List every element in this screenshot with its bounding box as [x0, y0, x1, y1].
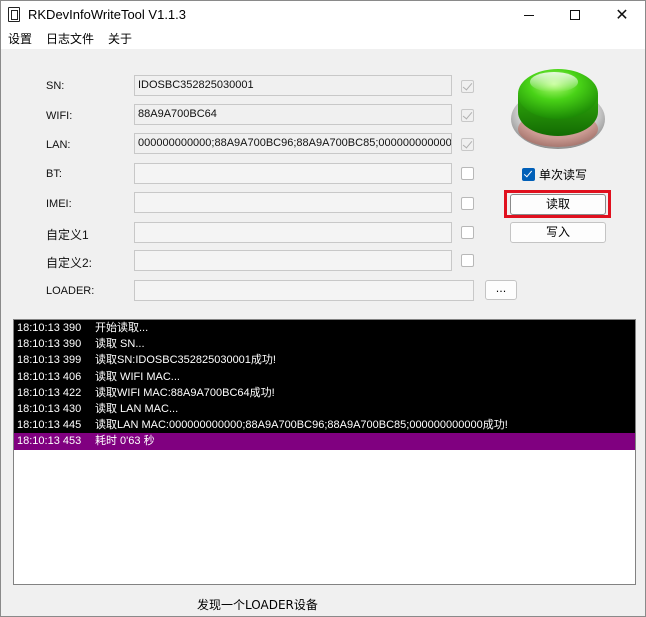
custom1-checkbox[interactable] — [461, 226, 474, 239]
read-button[interactable]: 读取 — [510, 194, 606, 215]
write-button[interactable]: 写入 — [510, 222, 606, 243]
single-rw-checkbox[interactable]: 单次读写 — [522, 166, 587, 183]
log-line: 18:10:13 445 读取LAN MAC:000000000000;88A9A… — [14, 417, 635, 434]
log-line: 18:10:13 422 读取WIFI MAC:88A9A700BC64成功! — [14, 384, 635, 401]
log-time: 18:10:13 453 — [17, 435, 82, 448]
minimize-icon — [524, 14, 534, 16]
log-panel[interactable]: 18:10:13 390 开始读取... 18:10:13 390 读取 SN...… — [13, 319, 636, 585]
log-time: 18:10:13 406 — [17, 370, 82, 383]
loader-field[interactable] — [134, 280, 474, 301]
wifi-field[interactable]: 88A9A700BC64 — [134, 104, 452, 125]
app-window: RKDevInfoWriteTool V1.1.3 ✕ 设置 日志文件 关于 S… — [0, 0, 646, 617]
imei-label: IMEI: — [46, 198, 72, 210]
log-line: 18:10:13 390 读取 SN... — [14, 336, 635, 353]
wifi-label: WIFI: — [46, 110, 73, 122]
wifi-checkbox[interactable] — [461, 109, 474, 122]
log-time: 18:10:13 422 — [17, 386, 82, 399]
sn-label: SN: — [46, 80, 65, 92]
log-message: 开始读取... — [95, 322, 149, 334]
bt-label: BT: — [46, 168, 62, 180]
log-message: 读取LAN MAC:000000000000;88A9A700BC96;88A9… — [95, 419, 508, 432]
status-led-icon — [511, 69, 605, 149]
log-time: 18:10:13 390 — [17, 322, 82, 334]
menu-about[interactable]: 关于 — [101, 29, 139, 49]
log-time: 18:10:13 430 — [17, 402, 82, 415]
custom1-label: 自定义1 — [46, 228, 89, 242]
app-icon — [8, 7, 20, 22]
maximize-button[interactable] — [552, 1, 598, 29]
log-message: 读取 SN... — [95, 338, 145, 351]
log-time: 18:10:13 399 — [17, 354, 82, 367]
window-title: RKDevInfoWriteTool V1.1.3 — [28, 7, 186, 22]
imei-checkbox[interactable] — [461, 197, 474, 210]
log-message: 读取 WIFI MAC... — [95, 370, 180, 383]
log-line: 18:10:13 430 读取 LAN MAC... — [14, 400, 635, 418]
custom1-field[interactable] — [134, 222, 452, 243]
sn-checkbox[interactable] — [461, 80, 474, 93]
log-line-selected: 18:10:13 453 耗时 0'63 秒 — [14, 433, 635, 450]
log-message: 读取 LAN MAC... — [95, 402, 179, 415]
lan-field[interactable]: 000000000000;88A9A700BC96;88A9A700BC85;0… — [134, 133, 452, 154]
close-icon: ✕ — [615, 5, 629, 24]
status-text: 发现一个LOADER设备 — [197, 598, 318, 612]
log-time: 18:10:13 445 — [17, 419, 82, 432]
custom2-checkbox[interactable] — [461, 254, 474, 267]
sn-field[interactable]: IDOSBC352825030001 — [134, 75, 452, 96]
single-rw-label: 单次读写 — [539, 168, 588, 182]
loader-label: LOADER: — [46, 285, 95, 297]
log-message: 耗时 0'63 秒 — [95, 435, 155, 448]
single-rw-check-icon — [522, 168, 535, 181]
title-bar[interactable]: RKDevInfoWriteTool V1.1.3 ✕ — [1, 1, 645, 29]
custom2-field[interactable] — [134, 250, 452, 271]
log-line: 18:10:13 406 读取 WIFI MAC... — [14, 368, 635, 385]
menu-log-file[interactable]: 日志文件 — [39, 29, 101, 49]
maximize-icon — [570, 10, 580, 20]
log-time: 18:10:13 390 — [17, 338, 82, 351]
log-line: 18:10:13 390 开始读取... — [14, 320, 635, 337]
bt-field[interactable] — [134, 163, 452, 184]
bt-checkbox[interactable] — [461, 167, 474, 180]
log-line: 18:10:13 399 读取SN:IDOSBC352825030001成功! — [14, 352, 635, 369]
loader-browse-button[interactable]: ... — [485, 280, 517, 300]
imei-field[interactable] — [134, 192, 452, 213]
log-message: 读取SN:IDOSBC352825030001成功! — [95, 354, 276, 367]
lan-checkbox[interactable] — [461, 138, 474, 151]
lan-label: LAN: — [46, 139, 71, 151]
minimize-button[interactable] — [506, 1, 552, 29]
menu-bar: 设置 日志文件 关于 — [1, 29, 645, 49]
menu-settings[interactable]: 设置 — [1, 29, 39, 49]
close-button[interactable]: ✕ — [599, 1, 645, 29]
custom2-label: 自定义2: — [46, 256, 93, 270]
log-message: 读取WIFI MAC:88A9A700BC64成功! — [95, 386, 275, 399]
